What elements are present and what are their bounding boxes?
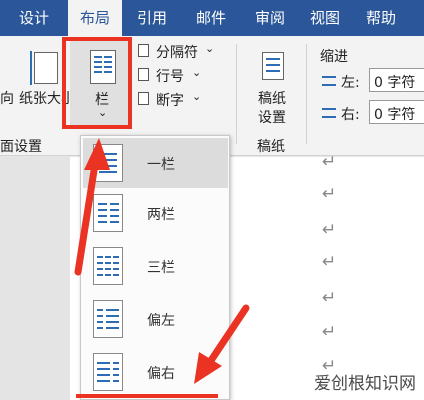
up-arrow-icon: [74, 138, 110, 276]
annotation-arrows: [74, 138, 250, 384]
watermark: 爱创根知识网: [314, 374, 416, 394]
down-arrow-icon: [194, 304, 250, 384]
